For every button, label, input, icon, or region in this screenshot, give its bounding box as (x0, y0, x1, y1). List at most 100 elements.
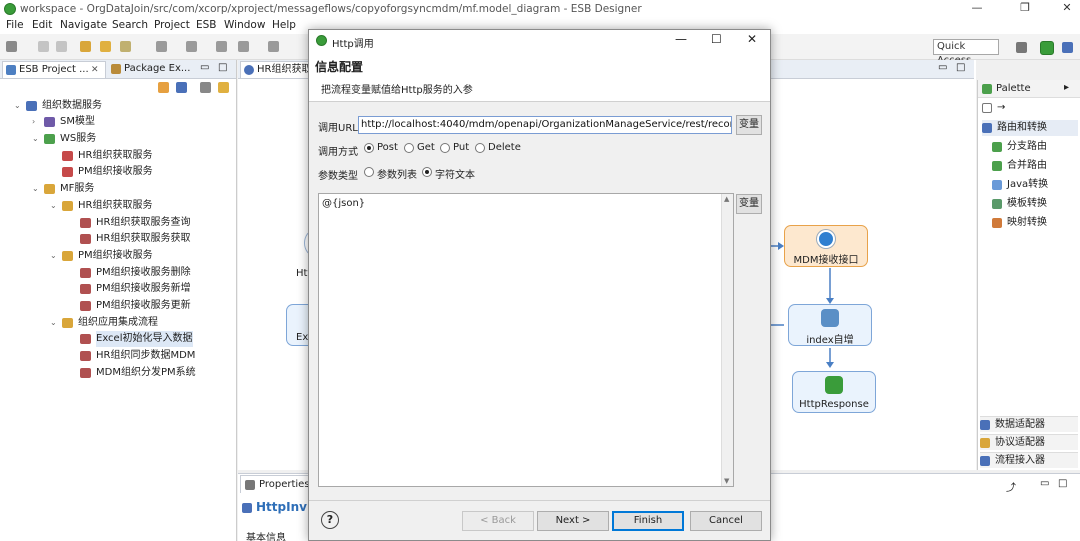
close-tab-icon[interactable]: ✕ (91, 62, 99, 78)
next-annotation-icon[interactable] (156, 41, 167, 52)
filter-icon[interactable] (218, 82, 229, 93)
save-all-icon[interactable] (56, 41, 67, 52)
forward-icon[interactable] (268, 41, 279, 52)
dialog-minimize-icon[interactable]: — (675, 32, 687, 46)
maximize-icon[interactable]: ❐ (1018, 1, 1032, 15)
help-icon[interactable]: ? (321, 511, 339, 529)
basic-info-label[interactable]: 基本信息 (246, 529, 286, 541)
interface-icon (817, 230, 835, 248)
node-mdm-receive[interactable]: MDM接收接口 (784, 225, 868, 267)
url-input[interactable]: http://localhost:4040/mdm/openapi/Organi… (358, 116, 732, 134)
param-text-radio[interactable] (422, 167, 432, 177)
maximize-view-icon[interactable]: □ (218, 62, 227, 73)
request-body-text: @{json} (322, 198, 366, 209)
branch-icon (992, 142, 1002, 152)
folder-icon (62, 201, 73, 211)
java-icon (992, 180, 1002, 190)
menu-file[interactable]: File (6, 19, 24, 31)
merge-icon (992, 161, 1002, 171)
finish-button[interactable]: Finish (612, 511, 684, 531)
open-perspective-icon[interactable] (1016, 42, 1027, 53)
pin-icon[interactable]: ⤴ (1006, 479, 1016, 494)
tab-properties[interactable]: Properties (240, 475, 310, 493)
menu-project[interactable]: Project (154, 19, 190, 31)
esb-perspective-icon[interactable] (1040, 41, 1054, 55)
collapse-all-icon[interactable] (176, 82, 187, 93)
palette-group[interactable]: 路由和转换 (982, 120, 1078, 136)
menu-help[interactable]: Help (272, 19, 296, 31)
menu-search[interactable]: Search (112, 19, 148, 31)
app-icon (4, 3, 16, 15)
http-response-icon (825, 376, 843, 394)
palette-group-flow[interactable]: 流程接入器 (980, 452, 1078, 468)
next-button[interactable]: Next > (537, 511, 609, 531)
open-folder-icon[interactable] (100, 41, 111, 52)
palette-toggle-icon[interactable]: ▸ (1064, 82, 1069, 93)
folder-icon (62, 251, 73, 261)
close-icon[interactable]: ✕ (1060, 1, 1074, 15)
explorer-tabbar: ESB Project ... ✕ Package Ex... ▭ □ (0, 60, 236, 79)
method-put-label: Put (453, 142, 470, 153)
palette-group-data[interactable]: 数据适配器 (980, 416, 1078, 432)
flow-icon (80, 334, 91, 344)
node-http-response[interactable]: HttpResponse (792, 371, 876, 413)
window-titlebar: workspace - OrgDataJoin/src/com/xcorp/xp… (0, 0, 1080, 18)
cancel-button[interactable]: Cancel (690, 511, 762, 531)
menu-window[interactable]: Window (224, 19, 265, 31)
new-icon[interactable] (6, 41, 17, 52)
last-edit-icon[interactable] (216, 41, 227, 52)
run-icon[interactable] (120, 41, 131, 52)
save-icon[interactable] (38, 41, 49, 52)
param-text-label: 字符文本 (435, 170, 475, 181)
method-delete-radio[interactable] (475, 143, 485, 153)
param-type-label: 参数类型 (318, 171, 358, 182)
project-icon (26, 101, 37, 111)
java-perspective-icon[interactable] (1062, 42, 1073, 53)
dialog-close-icon[interactable]: ✕ (747, 32, 757, 46)
quick-access-input[interactable]: Quick Access (933, 39, 999, 66)
url-variable-button[interactable]: 变量 (736, 115, 762, 135)
project-explorer: ESB Project ... ✕ Package Ex... ▭ □ ⌄ 组织数… (0, 60, 237, 541)
request-body-textarea[interactable]: @{json} ▲ ▼ (318, 193, 734, 487)
method-put-radio[interactable] (440, 143, 450, 153)
prev-annotation-icon[interactable] (186, 41, 197, 52)
method-post-label: Post (377, 142, 398, 153)
param-list-radio[interactable] (364, 167, 374, 177)
palette-group-protocol[interactable]: 协议适配器 (980, 434, 1078, 450)
method-get-radio[interactable] (404, 143, 414, 153)
maximize-properties-icon[interactable]: □ (1058, 478, 1067, 489)
build-icon[interactable] (80, 41, 91, 52)
menu-edit[interactable]: Edit (32, 19, 52, 31)
menu-esb[interactable]: ESB (196, 19, 217, 31)
back-button[interactable]: < Back (462, 511, 534, 531)
textarea-scrollbar[interactable]: ▲ ▼ (721, 194, 733, 486)
back-icon[interactable] (238, 41, 249, 52)
tab-esb-project[interactable]: ESB Project ... ✕ (2, 61, 106, 78)
minimize-properties-icon[interactable]: ▭ (1040, 478, 1049, 489)
puzzle-icon (821, 309, 839, 327)
minimize-view-icon[interactable]: ▭ (200, 62, 209, 73)
dialog-header-title: 信息配置 (315, 60, 364, 74)
palette-panel: Palette ▸ → 路由和转换 分支路由 合并路由 Java转换 模板转换 … (977, 80, 1080, 470)
scroll-down-icon[interactable]: ▼ (724, 477, 729, 485)
link-editor-icon[interactable] (158, 82, 169, 93)
method-post-radio[interactable] (364, 143, 374, 153)
flow-icon (80, 218, 91, 228)
menu-navigate[interactable]: Navigate (60, 19, 107, 31)
view-menu-icon[interactable] (200, 82, 211, 93)
minimize-icon[interactable]: — (970, 1, 984, 15)
body-variable-button[interactable]: 变量 (736, 194, 762, 214)
dialog-maximize-icon[interactable]: ☐ (711, 32, 722, 46)
mapping-icon (992, 218, 1002, 228)
scroll-up-icon[interactable]: ▲ (724, 195, 729, 203)
palette-icon (982, 84, 992, 94)
url-label: 调用URL (318, 123, 358, 134)
mf-service-icon (44, 184, 55, 194)
service-icon (62, 151, 73, 161)
route-group-icon (982, 123, 992, 133)
tab-package-explorer[interactable]: Package Ex... (108, 61, 190, 78)
node-index-increment[interactable]: index自增 (788, 304, 872, 346)
dialog-header-desc: 把流程变量赋值给Http服务的入参 (321, 85, 473, 96)
esb-project-icon (6, 65, 16, 75)
properties-heading: HttpInv (242, 500, 307, 514)
